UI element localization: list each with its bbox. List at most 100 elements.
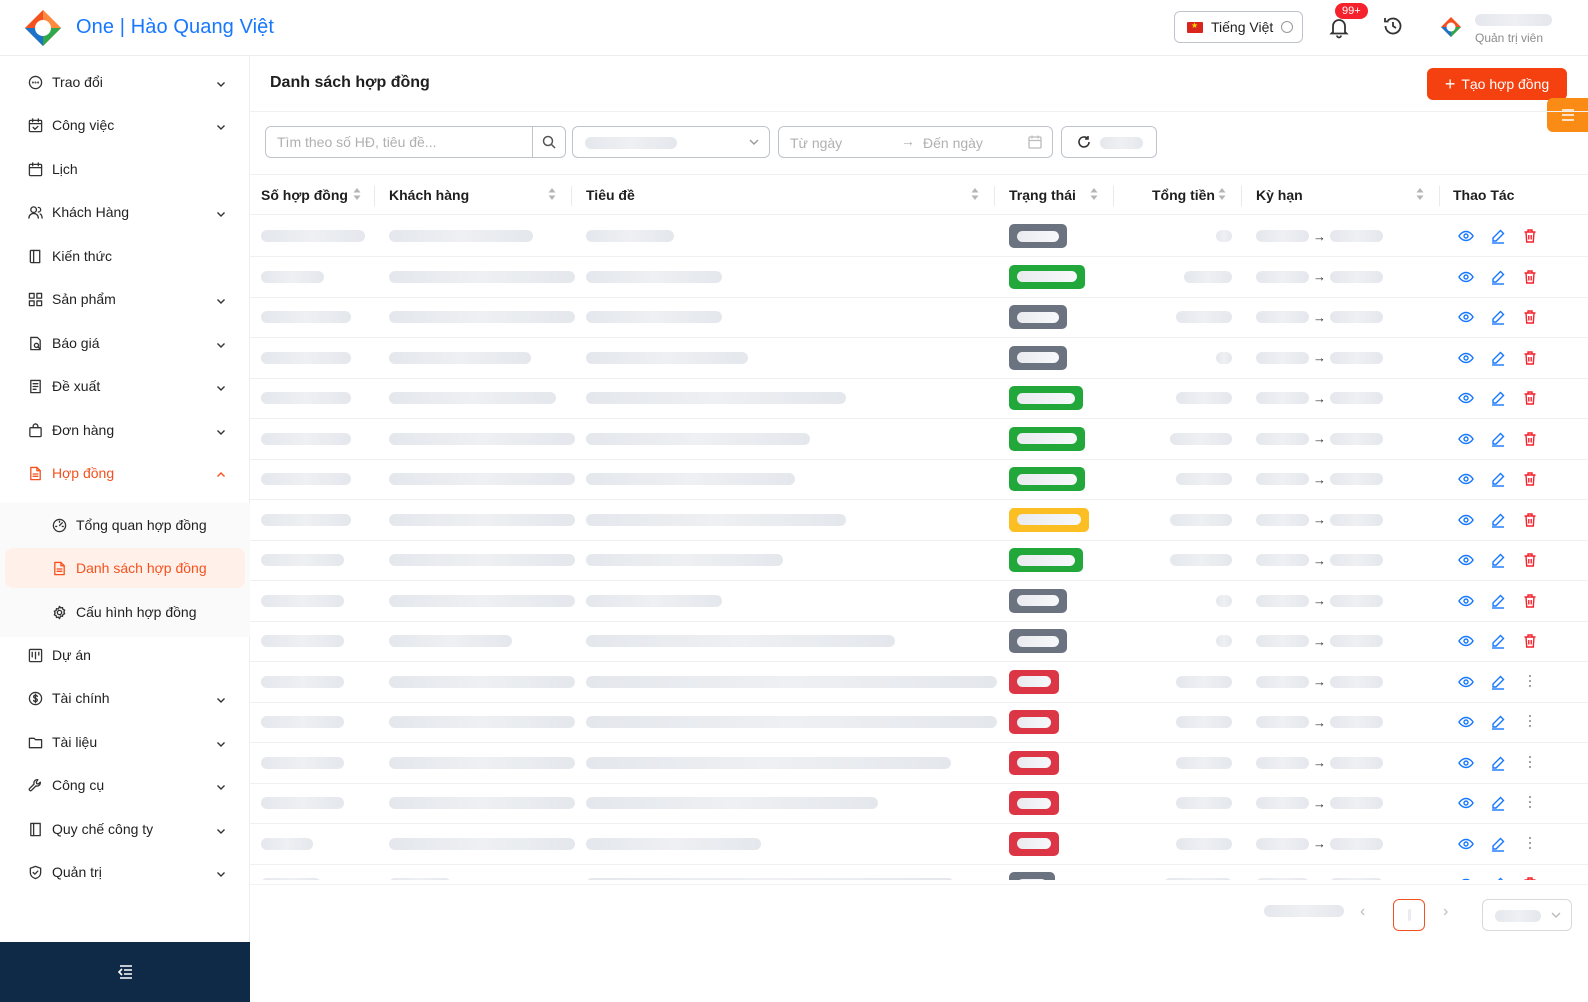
- sidebar-item-du-an[interactable]: Dự án: [0, 633, 250, 677]
- delete-trash-icon[interactable]: [1523, 309, 1539, 325]
- table-row[interactable]: →: [250, 783, 1588, 824]
- table-row[interactable]: →: [250, 459, 1588, 500]
- customer-cell[interactable]: [389, 216, 533, 256]
- customer-cell[interactable]: [389, 338, 531, 378]
- title-cell[interactable]: [586, 743, 951, 783]
- more-options-icon[interactable]: [1528, 714, 1544, 730]
- sidebar-item-cong-cu[interactable]: Công cụ: [0, 763, 250, 807]
- customer-cell[interactable]: [389, 621, 512, 661]
- customer-cell[interactable]: [389, 743, 575, 783]
- title-cell[interactable]: [586, 216, 674, 256]
- sidebar-item-bao-gia[interactable]: Báo giá: [0, 321, 250, 365]
- edit-pencil-icon[interactable]: [1490, 350, 1506, 366]
- view-eye-icon[interactable]: [1458, 876, 1474, 880]
- pagination-current-page[interactable]: [1393, 899, 1425, 931]
- table-row[interactable]: →: [250, 621, 1588, 662]
- contract-number-cell[interactable]: [261, 378, 351, 418]
- title-cell[interactable]: [586, 540, 783, 580]
- column-header-trang-thai[interactable]: Trạng thái: [1009, 175, 1076, 215]
- page-size-select[interactable]: [1482, 899, 1572, 931]
- table-row[interactable]: →: [250, 419, 1588, 460]
- edit-pencil-icon[interactable]: [1490, 714, 1506, 730]
- edit-pencil-icon[interactable]: [1490, 431, 1506, 447]
- app-logo-icon[interactable]: [24, 9, 62, 47]
- edit-pencil-icon[interactable]: [1490, 228, 1506, 244]
- pagination-next-icon[interactable]: ›: [1443, 903, 1448, 921]
- status-filter-select[interactable]: [572, 126, 770, 158]
- customer-cell[interactable]: [389, 378, 556, 418]
- delete-trash-icon[interactable]: [1523, 552, 1539, 568]
- view-eye-icon[interactable]: [1458, 512, 1474, 528]
- title-cell[interactable]: [586, 581, 722, 621]
- sidebar-item-san-pham[interactable]: Sản phẩm: [0, 277, 250, 321]
- contract-number-cell[interactable]: [261, 621, 344, 661]
- customer-cell[interactable]: [389, 783, 575, 823]
- delete-trash-icon[interactable]: [1523, 431, 1539, 447]
- column-divider[interactable]: [374, 186, 375, 206]
- more-options-icon[interactable]: [1528, 795, 1544, 811]
- view-eye-icon[interactable]: [1458, 350, 1474, 366]
- view-eye-icon[interactable]: [1458, 552, 1474, 568]
- column-divider[interactable]: [1241, 186, 1242, 206]
- view-eye-icon[interactable]: [1458, 674, 1474, 690]
- title-cell[interactable]: [586, 419, 810, 459]
- sort-icon[interactable]: [1218, 187, 1226, 206]
- view-eye-icon[interactable]: [1458, 309, 1474, 325]
- sort-icon[interactable]: [1416, 187, 1424, 206]
- contract-number-cell[interactable]: [261, 459, 351, 499]
- contract-number-cell[interactable]: [261, 662, 344, 702]
- customer-cell[interactable]: [389, 540, 575, 580]
- column-divider[interactable]: [1113, 186, 1114, 206]
- sidebar-item-trao-doi[interactable]: Trao đổi: [0, 60, 250, 104]
- sidebar-collapse-button[interactable]: [0, 942, 250, 1002]
- contract-number-cell[interactable]: [261, 338, 351, 378]
- edit-pencil-icon[interactable]: [1490, 512, 1506, 528]
- delete-trash-icon[interactable]: [1523, 593, 1539, 609]
- more-options-icon[interactable]: [1528, 755, 1544, 771]
- contract-number-cell[interactable]: [261, 783, 344, 823]
- customer-cell[interactable]: [389, 257, 575, 297]
- column-header-ky-han[interactable]: Kỳ hạn: [1256, 175, 1303, 215]
- table-row[interactable]: →: [250, 216, 1588, 257]
- reload-button[interactable]: [1061, 126, 1157, 158]
- sidebar-item-lich[interactable]: Lịch: [0, 147, 250, 191]
- contract-number-cell[interactable]: [261, 824, 313, 864]
- sidebar-item-quan-tri[interactable]: Quản trị: [0, 850, 250, 894]
- title-cell[interactable]: [586, 257, 722, 297]
- title-cell[interactable]: [586, 621, 895, 661]
- delete-trash-icon[interactable]: [1523, 512, 1539, 528]
- edit-pencil-icon[interactable]: [1490, 795, 1506, 811]
- view-eye-icon[interactable]: [1458, 471, 1474, 487]
- contract-number-cell[interactable]: [261, 257, 324, 297]
- edit-pencil-icon[interactable]: [1490, 876, 1506, 880]
- contract-number-cell[interactable]: [261, 297, 351, 337]
- view-eye-icon[interactable]: [1458, 755, 1474, 771]
- more-options-icon[interactable]: [1528, 836, 1544, 852]
- view-eye-icon[interactable]: [1458, 390, 1474, 406]
- date-to-placeholder[interactable]: Đến ngày: [923, 135, 983, 151]
- sort-icon[interactable]: [353, 187, 361, 206]
- table-row[interactable]: →: [250, 540, 1588, 581]
- table-row[interactable]: →: [250, 824, 1588, 865]
- table-row[interactable]: →: [250, 864, 1588, 880]
- column-divider[interactable]: [571, 186, 572, 206]
- contract-number-cell[interactable]: [261, 864, 321, 880]
- customer-cell[interactable]: [389, 419, 575, 459]
- title-cell[interactable]: [586, 378, 846, 418]
- view-eye-icon[interactable]: [1458, 714, 1474, 730]
- customer-cell[interactable]: [389, 459, 575, 499]
- contract-number-cell[interactable]: [261, 419, 351, 459]
- sort-icon[interactable]: [548, 187, 556, 206]
- contract-number-cell[interactable]: [261, 743, 344, 783]
- more-options-icon[interactable]: [1528, 674, 1544, 690]
- sidebar-item-tai-chinh[interactable]: Tài chính: [0, 676, 250, 720]
- delete-trash-icon[interactable]: [1523, 228, 1539, 244]
- view-eye-icon[interactable]: [1458, 228, 1474, 244]
- edit-pencil-icon[interactable]: [1490, 390, 1506, 406]
- table-row[interactable]: →: [250, 378, 1588, 419]
- column-header-khach-hang[interactable]: Khách hàng: [389, 175, 469, 215]
- sort-icon[interactable]: [1090, 187, 1098, 206]
- pagination-prev-icon[interactable]: ‹: [1360, 903, 1365, 921]
- customer-cell[interactable]: [389, 702, 575, 742]
- edit-pencil-icon[interactable]: [1490, 633, 1506, 649]
